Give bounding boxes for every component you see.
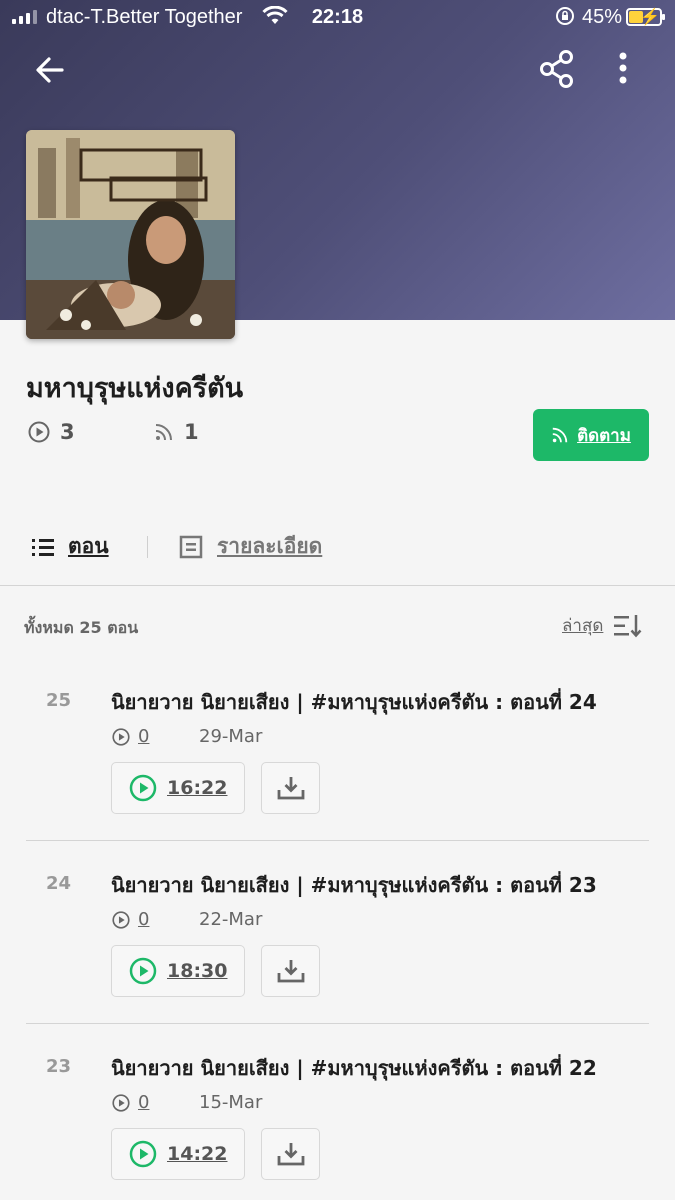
share-button[interactable]: [536, 48, 578, 90]
episode-title[interactable]: นิยายวาย นิยายเสียง | #มหาบุรุษแห่งครีตั…: [111, 1052, 597, 1084]
episode-date: 22-Mar: [199, 909, 263, 930]
follow-label: ติดตาม: [577, 425, 631, 446]
download-button[interactable]: [261, 762, 320, 814]
sort-label: ล่าสุด: [562, 616, 604, 636]
download-icon: [277, 960, 304, 983]
plays-count: 3: [60, 420, 75, 444]
episode-divider: [26, 840, 649, 841]
play-episode-button[interactable]: 16:22: [111, 762, 245, 814]
episode-duration: 18:30: [167, 960, 228, 982]
battery-icon: ⚡: [626, 8, 665, 26]
status-bar: dtac-T.Better Together 22:18 45% ⚡: [0, 0, 675, 36]
document-icon: [179, 535, 203, 558]
episode-number: 23: [46, 1056, 72, 1077]
list-icon: [32, 538, 54, 556]
play-circle-icon: [129, 774, 157, 802]
play-circle-icon: [112, 1093, 130, 1112]
sort-descending-icon: [614, 614, 642, 637]
episode-play-count: 0: [138, 1092, 150, 1113]
tab-divider: [147, 536, 148, 558]
download-button[interactable]: [261, 945, 320, 997]
arrow-left-icon: [36, 57, 64, 83]
episode-item[interactable]: 24 นิยายวาย นิยายเสียง | #มหาบุรุษแห่งคร…: [0, 853, 675, 1036]
episode-title[interactable]: นิยายวาย นิยายเสียง | #มหาบุรุษแห่งครีตั…: [111, 869, 597, 901]
episode-item[interactable]: 23 นิยายวาย นิยายเสียง | #มหาบุรุษแห่งคร…: [0, 1036, 675, 1200]
episode-plays: 0: [112, 726, 149, 747]
episode-divider: [26, 1023, 649, 1024]
download-button[interactable]: [261, 1128, 320, 1180]
episode-title[interactable]: นิยายวาย นิยายเสียง | #มหาบุรุษแห่งครีตั…: [111, 686, 597, 718]
episode-total: ทั้งหมด 25 ตอน: [24, 618, 139, 637]
tab-episodes-label: ตอน: [68, 534, 109, 558]
play-circle-icon: [129, 1140, 157, 1168]
download-icon: [277, 777, 304, 800]
subscribers-count: 1: [184, 420, 199, 444]
episode-plays: 0: [112, 909, 149, 930]
sort-button[interactable]: ล่าสุด: [562, 612, 643, 639]
more-vertical-icon: [619, 52, 627, 84]
episode-date: 29-Mar: [199, 726, 263, 747]
subscribers-stat: 1: [154, 420, 199, 444]
follow-button[interactable]: ติดตาม: [533, 409, 649, 461]
episode-item[interactable]: 25 นิยายวาย นิยายเสียง | #มหาบุรุษแห่งคร…: [0, 670, 675, 853]
book-title: มหาบุรุษแห่งครีตัน: [26, 373, 244, 404]
episode-duration: 16:22: [167, 777, 228, 799]
tab-episodes[interactable]: ตอน: [30, 530, 109, 563]
episode-date: 15-Mar: [199, 1092, 263, 1113]
back-button[interactable]: [30, 50, 70, 90]
episode-play-count: 0: [138, 909, 150, 930]
episode-plays: 0: [112, 1092, 149, 1113]
play-circle-icon: [28, 421, 50, 443]
rss-icon: [155, 424, 172, 441]
tab-bar: ตอน รายละเอียด: [0, 520, 675, 586]
tab-details-label: รายละเอียด: [217, 534, 323, 558]
episode-number: 24: [46, 873, 72, 894]
episode-number: 25: [46, 690, 72, 711]
episode-duration: 14:22: [167, 1143, 228, 1165]
play-episode-button[interactable]: 14:22: [111, 1128, 245, 1180]
share-icon: [540, 50, 573, 88]
rotation-lock-icon: [555, 6, 575, 32]
download-icon: [277, 1143, 304, 1166]
episode-play-count: 0: [138, 726, 150, 747]
plays-stat: 3: [28, 420, 75, 444]
play-circle-icon: [112, 910, 130, 929]
tab-details[interactable]: รายละเอียด: [179, 530, 322, 563]
rss-icon: [552, 427, 568, 443]
more-options-button[interactable]: [606, 48, 640, 90]
play-episode-button[interactable]: 18:30: [111, 945, 245, 997]
battery-percent: 45%: [582, 6, 623, 28]
cover-image: [26, 130, 235, 339]
play-circle-icon: [129, 957, 157, 985]
play-circle-icon: [112, 727, 130, 746]
